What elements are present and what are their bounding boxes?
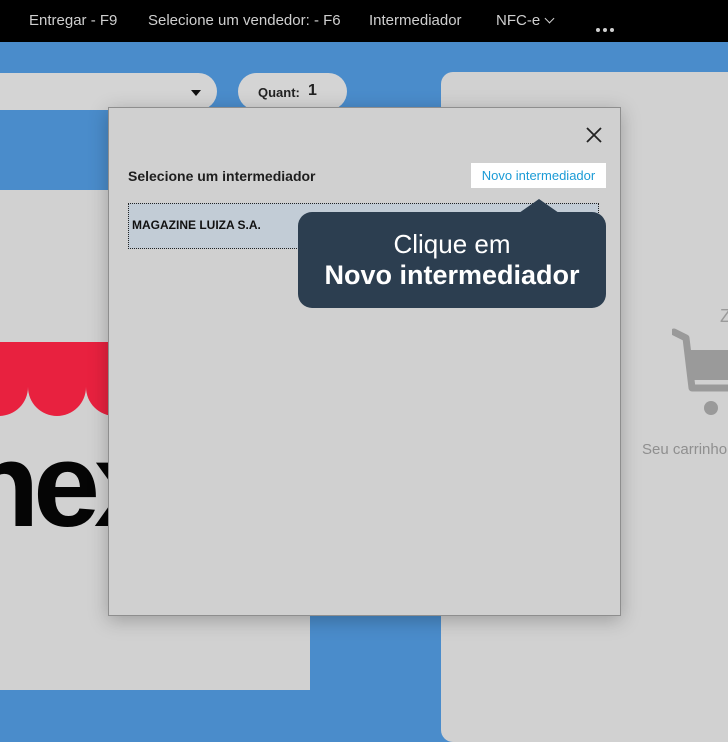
quantity-field[interactable]: Quant: 1 xyxy=(238,73,347,110)
cart-partial-letter: Z xyxy=(720,306,728,326)
close-icon[interactable] xyxy=(585,126,603,144)
top-menu-bar: Entregar - F9 Selecione um vendedor: - F… xyxy=(0,0,728,42)
tooltip-arrow xyxy=(519,199,559,213)
select-intermediary-dialog: Selecione um intermediador Novo intermed… xyxy=(108,107,621,616)
empty-cart-message: Seu carrinho xyxy=(642,441,728,458)
tooltip-line-1: Clique em xyxy=(393,229,511,259)
quantity-label: Quant: xyxy=(258,85,300,100)
product-search-select[interactable] xyxy=(0,73,217,110)
intermediary-name: MAGAZINE LUIZA S.A. xyxy=(132,218,261,232)
quantity-value: 1 xyxy=(308,82,317,99)
caret-down-icon xyxy=(191,90,201,96)
shopping-cart-icon xyxy=(672,328,728,415)
chevron-down-icon xyxy=(544,13,555,24)
new-intermediary-button[interactable]: Novo intermediador xyxy=(471,163,606,188)
tooltip-line-2: Novo intermediador xyxy=(324,260,580,290)
intermediary-menu-item[interactable]: Intermediador xyxy=(369,12,462,29)
dialog-title: Selecione um intermediador xyxy=(128,168,316,184)
select-seller-menu-item[interactable]: Selecione um vendedor: - F6 xyxy=(148,12,341,29)
nfce-menu-item[interactable]: NFC-e xyxy=(496,12,555,29)
deliver-menu-item[interactable]: Entregar - F9 xyxy=(29,12,117,29)
nfce-label: NFC-e xyxy=(496,12,541,29)
instruction-tooltip: Clique em Novo intermediador xyxy=(298,199,606,308)
more-options-icon[interactable] xyxy=(596,19,617,36)
store-awning-logo-icon xyxy=(0,342,120,417)
